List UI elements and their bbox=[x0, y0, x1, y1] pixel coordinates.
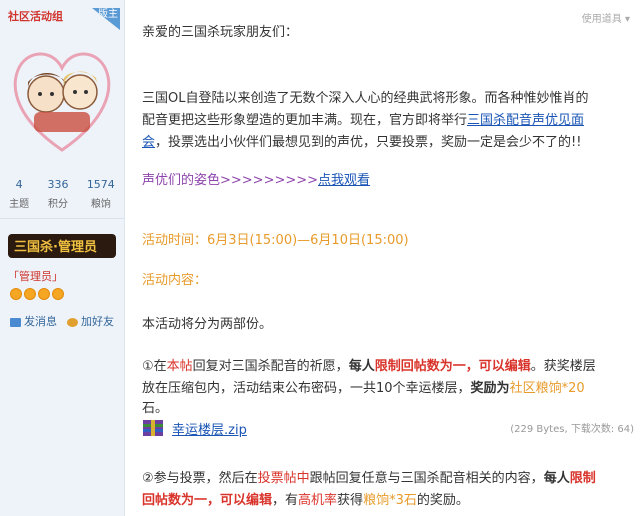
step1-line: ①在本帖回复对三国杀配音的祈愿，每人限制回帖数为一，可以编辑。获奖楼层 bbox=[142, 359, 596, 374]
step2-line: 回帖数为一，可以编辑，有高机率获得粮饷*3石的奖励。 bbox=[142, 493, 469, 508]
user-group: 「管理员」 bbox=[8, 270, 63, 283]
paragraph-line: 三国OL自登陆以来创造了无数个深入人心的经典武将形象。而各种惟妙惟肖的 bbox=[142, 91, 589, 106]
star-icon bbox=[24, 288, 36, 300]
send-message-button[interactable]: 发消息 bbox=[10, 313, 57, 329]
star-icon bbox=[52, 288, 64, 300]
user-actions: 发消息 加好友 bbox=[10, 313, 114, 329]
stat-points[interactable]: 336 积分 bbox=[47, 178, 68, 210]
author-sidebar: 社区活动组 版主 4 主题 336 积分 1574 粮饷 三国杀·管理员 「管理员」 … bbox=[0, 0, 125, 516]
add-friend-icon bbox=[67, 317, 78, 327]
attachment-info: (229 Bytes, 下载次数: 64) bbox=[510, 424, 634, 435]
voice-actors-line: 声优们的姿色>>>>>>>>>点我观看 bbox=[142, 173, 371, 188]
star-icon bbox=[38, 288, 50, 300]
step1-line: 放在压缩包内，活动结束公布密码，一共10个幸运楼层，奖励为社区粮饷*20 bbox=[142, 381, 585, 396]
use-tools-menu[interactable]: 使用道具 ▾ bbox=[582, 10, 630, 25]
svg-text:三国杀·管理员: 三国杀·管理员 bbox=[14, 239, 97, 255]
avatar[interactable] bbox=[8, 32, 116, 158]
attachment-link[interactable]: 幸运楼层.zip bbox=[172, 419, 247, 438]
watch-link[interactable]: 点我观看 bbox=[318, 173, 370, 188]
voice-meetup-link-cont[interactable]: 会 bbox=[142, 135, 155, 150]
rank-stars bbox=[10, 288, 64, 300]
event-content-label: 活动内容： bbox=[142, 273, 208, 288]
post-content: 使用道具 ▾ 亲爱的三国杀玩家朋友们： 三国OL自登陆以来创造了无数个深入人心的… bbox=[125, 0, 640, 516]
rank-logo: 三国杀·管理员 bbox=[8, 234, 116, 258]
step2-line: ②参与投票，然后在投票帖中跟帖回复任意与三国杀配音相关的内容，每人限制 bbox=[142, 471, 596, 486]
envelope-icon bbox=[10, 317, 21, 327]
greeting: 亲爱的三国杀玩家朋友们： bbox=[142, 25, 299, 40]
intro-line: 本活动将分为两部份。 bbox=[142, 317, 273, 332]
stat-topics[interactable]: 4 主题 bbox=[9, 178, 29, 210]
star-icon bbox=[10, 288, 22, 300]
user-stats: 4 主题 336 积分 1574 粮饷 bbox=[0, 178, 124, 219]
attachment[interactable]: 幸运楼层.zip bbox=[142, 418, 247, 438]
username[interactable]: 社区活动组 bbox=[8, 8, 63, 24]
step1-line: 石。 bbox=[142, 401, 169, 416]
event-time: 活动时间：6月3日(15:00)—6月10日(15:00) bbox=[142, 233, 409, 248]
paragraph-line: 配音更把这些形象塑造的更加丰满。现在，官方即将举行三国杀配音声优见面 bbox=[142, 113, 585, 128]
moderator-badge: 版主 bbox=[92, 8, 120, 30]
paragraph-line: 会，投票选出小伙伴们最想见到的声优，只要投票，奖励一定是会少不了的!! bbox=[142, 135, 582, 150]
archive-icon bbox=[143, 420, 163, 436]
voice-meetup-link[interactable]: 三国杀配音声优见面 bbox=[467, 113, 584, 128]
add-friend-button[interactable]: 加好友 bbox=[67, 313, 114, 329]
stat-rations[interactable]: 1574 粮饷 bbox=[87, 178, 115, 210]
